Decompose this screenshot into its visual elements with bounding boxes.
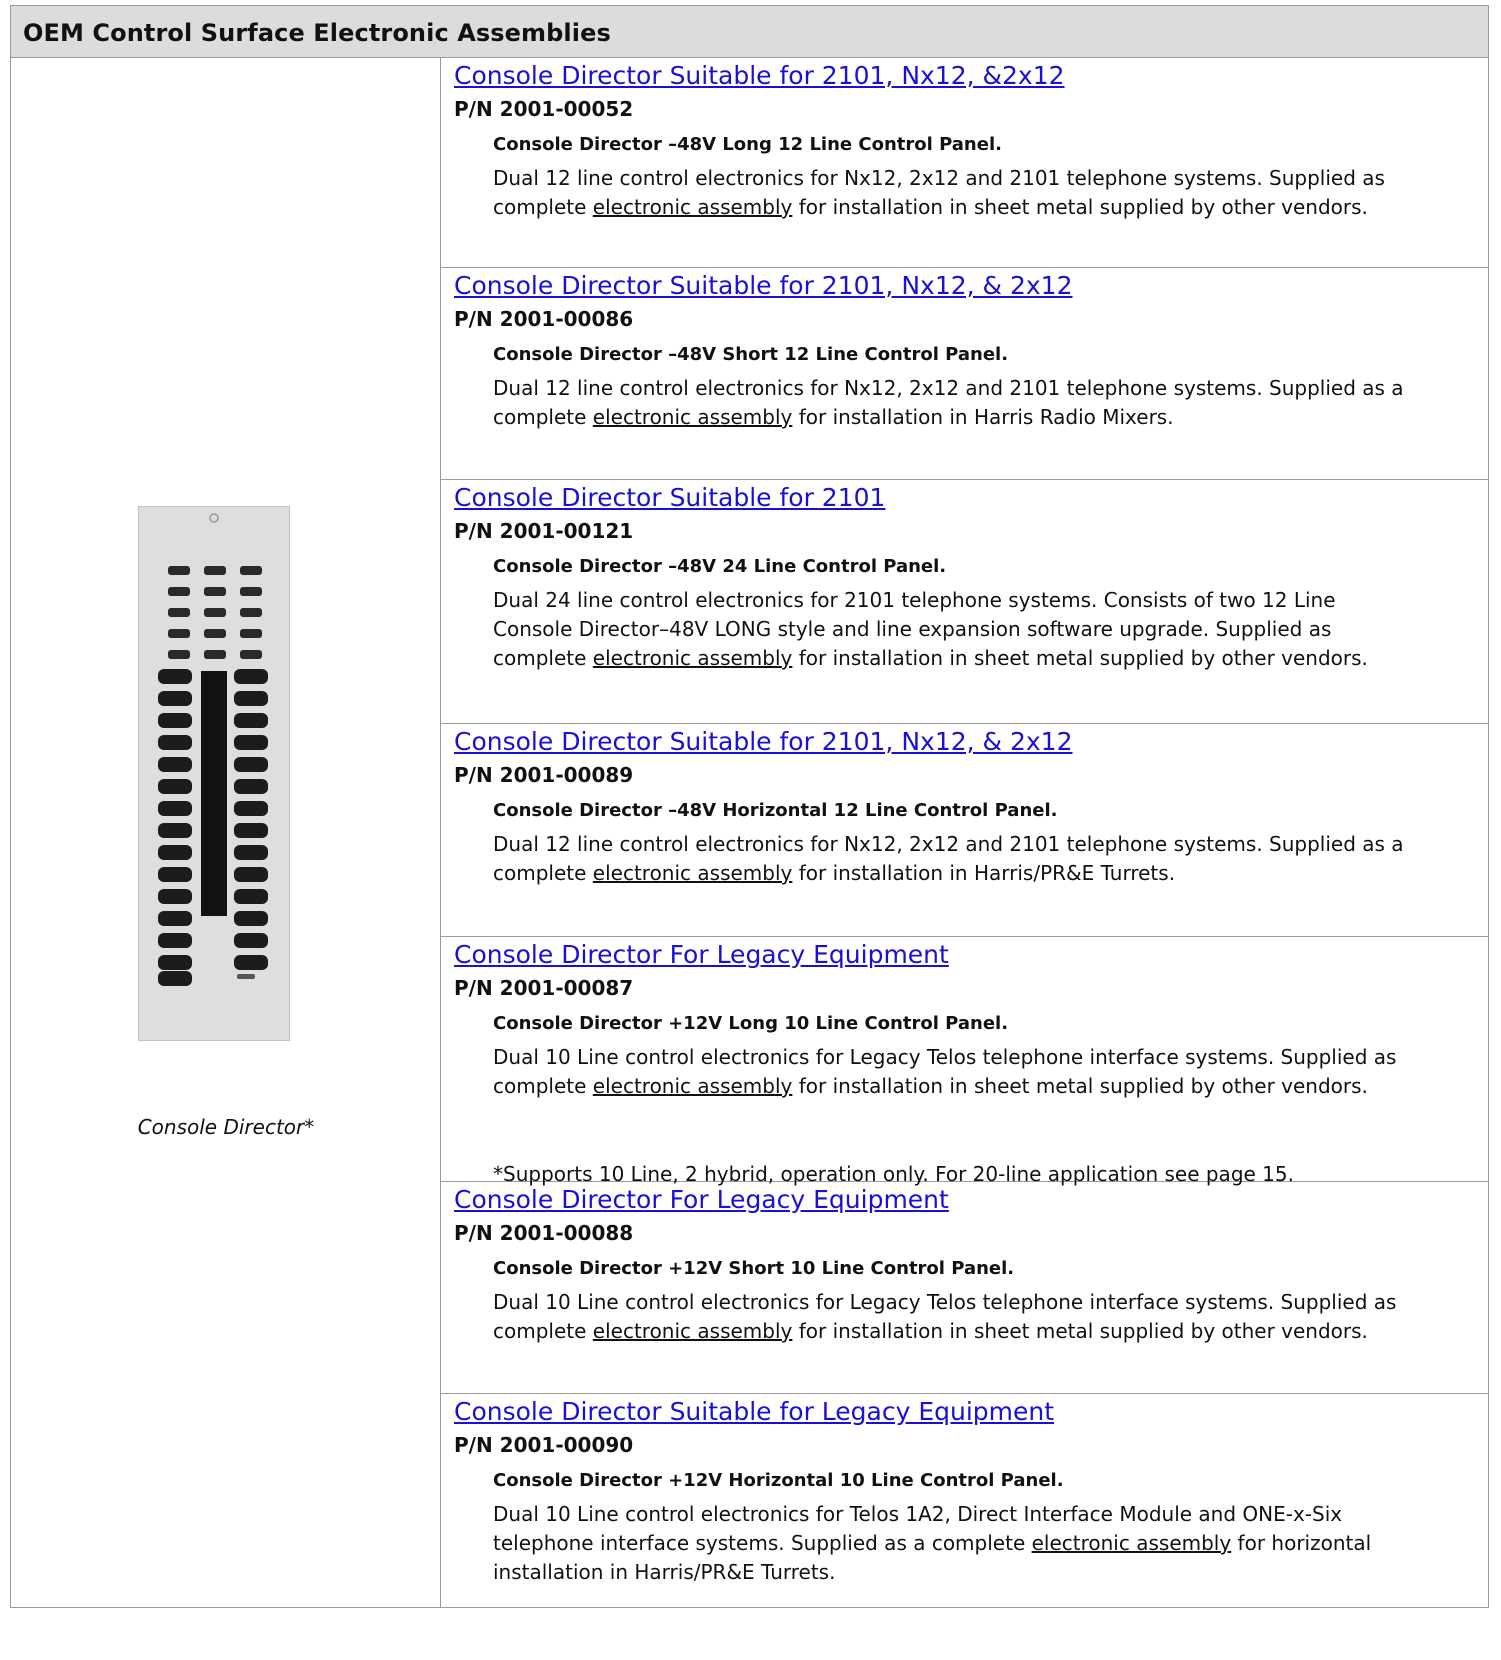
product-link[interactable]: Console Director Suitable for 2101, Nx12…: [454, 727, 1072, 756]
product-description: Dual 10 Line control electronics for Leg…: [493, 1288, 1413, 1346]
description-text: for installation in sheet metal supplied…: [792, 1074, 1368, 1098]
product-link[interactable]: Console Director Suitable for 2101, Nx12…: [454, 271, 1072, 300]
product-table: OEM Control Surface Electronic Assemblie…: [10, 5, 1489, 1608]
table-header: OEM Control Surface Electronic Assemblie…: [11, 6, 1488, 58]
electronic-assembly-term: electronic assembly: [592, 646, 793, 670]
product-subtitle: Console Director –48V Short 12 Line Cont…: [493, 344, 1009, 365]
electronic-assembly-term: electronic assembly: [592, 405, 793, 429]
part-number: P/N 2001-00090: [454, 1433, 634, 1457]
product-link[interactable]: Console Director For Legacy Equipment: [454, 1185, 949, 1214]
part-number: P/N 2001-00086: [454, 307, 634, 331]
description-text: for installation in Harris/PR&E Turrets.: [792, 861, 1176, 885]
image-column: Console Director*: [11, 58, 441, 1607]
product-entry: Console Director Suitable for Legacy Equ…: [441, 1394, 1488, 1660]
product-link[interactable]: Console Director Suitable for Legacy Equ…: [454, 1397, 1054, 1426]
product-entry: Console Director Suitable for 2101, Nx12…: [441, 268, 1488, 480]
product-entry: Console Director Suitable for 2101 P/N 20…: [441, 480, 1488, 724]
description-text: for installation in sheet metal supplied…: [792, 646, 1368, 670]
product-description: Dual 10 Line control electronics for Tel…: [493, 1500, 1413, 1587]
part-number: P/N 2001-00052: [454, 97, 634, 121]
product-entry: Console Director Suitable for 2101, Nx12…: [441, 724, 1488, 937]
product-link[interactable]: Console Director Suitable for 2101: [454, 483, 885, 512]
product-subtitle: Console Director +12V Horizontal 10 Line…: [493, 1470, 1064, 1491]
product-subtitle: Console Director –48V 24 Line Control Pa…: [493, 556, 947, 577]
product-entry: Console Director For Legacy Equipment P/N…: [441, 1182, 1488, 1394]
description-text: for installation in sheet metal supplied…: [792, 195, 1368, 219]
product-entry: Console Director For Legacy Equipment P/N…: [441, 937, 1488, 1186]
product-description: Dual 12 line control electronics for Nx1…: [493, 164, 1413, 222]
product-description: Dual 12 line control electronics for Nx1…: [493, 830, 1413, 888]
page-title: OEM Control Surface Electronic Assemblie…: [23, 19, 611, 47]
product-description: Dual 10 Line control electronics for Leg…: [493, 1043, 1413, 1101]
electronic-assembly-term: electronic assembly: [592, 861, 793, 885]
product-subtitle: Console Director –48V Long 12 Line Contr…: [493, 134, 1002, 155]
product-link[interactable]: Console Director Suitable for 2101, Nx12…: [454, 61, 1065, 90]
part-number: P/N 2001-00089: [454, 763, 634, 787]
product-link[interactable]: Console Director For Legacy Equipment: [454, 940, 949, 969]
description-text: for installation in sheet metal supplied…: [792, 1319, 1368, 1343]
product-subtitle: Console Director +12V Short 10 Line Cont…: [493, 1258, 1015, 1279]
electronic-assembly-term: electronic assembly: [592, 195, 793, 219]
part-number: P/N 2001-00087: [454, 976, 634, 1000]
product-entry: Console Director Suitable for 2101, Nx12…: [441, 58, 1488, 268]
product-description: Dual 12 line control electronics for Nx1…: [493, 374, 1413, 432]
product-subtitle: Console Director –48V Horizontal 12 Line…: [493, 800, 1058, 821]
product-description: Dual 24 line control electronics for 210…: [493, 586, 1413, 673]
console-director-panel-image: [138, 506, 290, 1041]
image-caption: Console Director*: [137, 1115, 315, 1139]
description-text: for installation in Harris Radio Mixers.: [792, 405, 1174, 429]
part-number: P/N 2001-00088: [454, 1221, 634, 1245]
electronic-assembly-term: electronic assembly: [592, 1319, 793, 1343]
part-number: P/N 2001-00121: [454, 519, 634, 543]
product-subtitle: Console Director +12V Long 10 Line Contr…: [493, 1013, 1009, 1034]
electronic-assembly-term: electronic assembly: [592, 1074, 793, 1098]
electronic-assembly-term: electronic assembly: [1031, 1531, 1232, 1555]
